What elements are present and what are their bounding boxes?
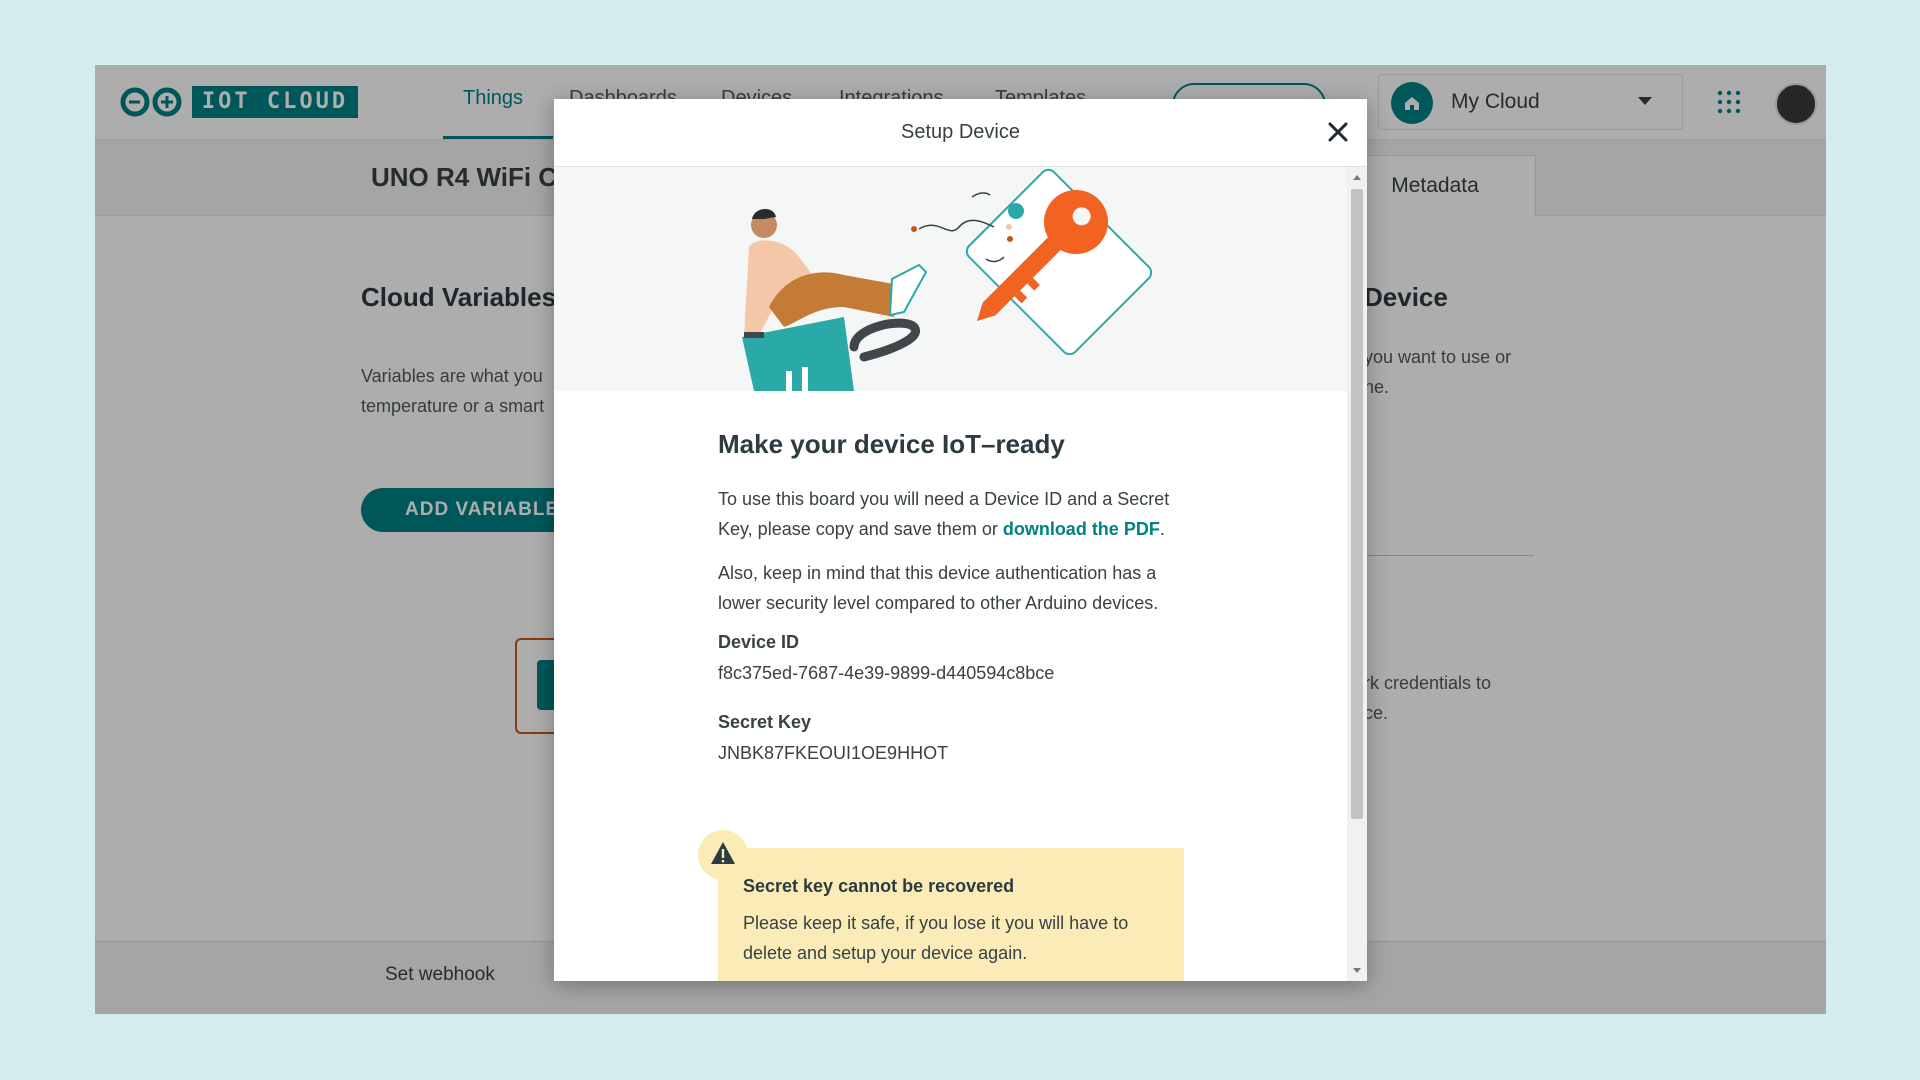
security-paragraph: Also, keep in mind that this device auth… <box>718 563 1159 613</box>
instructions-end: . <box>1159 519 1165 539</box>
warning-icon <box>698 830 748 880</box>
scroll-down-arrow-icon[interactable] <box>1353 968 1361 973</box>
download-pdf-link[interactable]: download the PDF <box>1003 519 1160 539</box>
secret-key-label: Secret Key <box>718 712 812 732</box>
close-icon[interactable] <box>1325 119 1351 145</box>
warning-title: Secret key cannot be recovered <box>743 876 1015 896</box>
key-illustration <box>742 168 1153 391</box>
instructions-paragraph: To use this board you will need a Device… <box>718 484 1188 544</box>
scroll-thumb[interactable] <box>1351 189 1363 819</box>
modal-header: Setup Device <box>554 99 1367 167</box>
modal-title: Setup Device <box>901 121 1020 143</box>
setup-device-modal: Setup Device Make your device IoT–ready … <box>554 99 1367 981</box>
device-id-value[interactable]: f8c375ed-7687-4e39-9899-d440594c8bce <box>718 663 1188 684</box>
hero-illustration <box>554 167 1347 391</box>
device-id-label: Device ID <box>718 632 800 652</box>
warning-banner: Secret key cannot be recovered Please ke… <box>698 830 1184 981</box>
modal-content: Make your device IoT–ready To use this b… <box>718 429 1188 792</box>
modal-heading: Make your device IoT–ready <box>718 429 1065 459</box>
secret-key-value[interactable]: JNBK87FKEOUI1OE9HHOT <box>718 743 1188 764</box>
warning-text: Please keep it safe, if you lose it you … <box>743 913 1129 963</box>
modal-scrollbar[interactable] <box>1347 167 1367 981</box>
scroll-up-arrow-icon[interactable] <box>1353 175 1361 180</box>
